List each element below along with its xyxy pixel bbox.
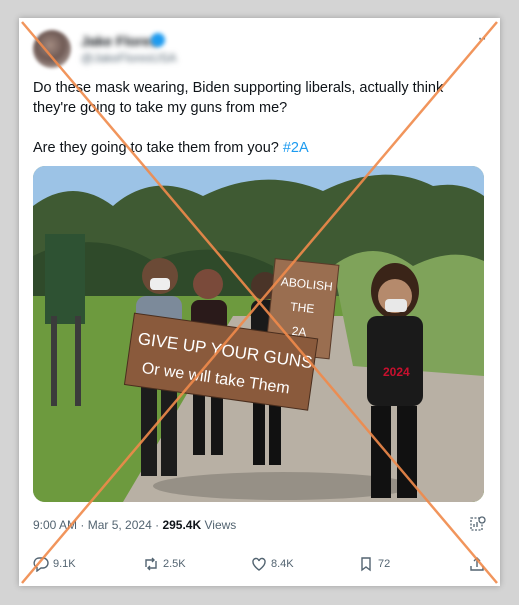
- tweet-photo[interactable]: 2024 ABOLISH THE 2A GIVE UP YOUR GUNS Or…: [33, 166, 484, 502]
- share-icon: [470, 557, 484, 571]
- tweet-question: Are they going to take them from you?: [33, 140, 279, 156]
- tweet-time[interactable]: 9:00 AM: [33, 518, 77, 532]
- meta-separator-2: ·: [155, 518, 160, 532]
- tweet-meta: 9:00 AM · Mar 5, 2024 · 295.4K Views: [33, 518, 236, 532]
- avatar[interactable]: [33, 30, 71, 68]
- photo-park-sign: [45, 234, 85, 324]
- shirt-text: 2024: [383, 365, 410, 379]
- bookmark-icon: [361, 557, 371, 572]
- action-bar: 9.1K 2.5K 8.4K 72: [33, 556, 486, 576]
- sign-abolish-line2: THE: [290, 300, 315, 316]
- like-count: 8.4K: [271, 558, 294, 570]
- share-button[interactable]: [469, 556, 485, 572]
- tweet-text: Do these mask wearing, Biden supporting …: [33, 78, 488, 178]
- bookmark-button[interactable]: 72: [358, 556, 390, 572]
- photo-illustration: 2024 ABOLISH THE 2A GIVE UP YOUR GUNS Or…: [33, 166, 484, 502]
- tweet-card: Jake Flores @JakeFloresUSA ·· Do these m…: [19, 18, 500, 586]
- heart-icon: [252, 557, 266, 571]
- verified-badge-icon: [151, 33, 165, 47]
- reply-count: 9.1K: [53, 558, 76, 570]
- reply-icon: [33, 557, 49, 572]
- author-name[interactable]: Jake Flores: [81, 33, 158, 49]
- reply-button[interactable]: 9.1K: [33, 556, 76, 572]
- repost-icon: [145, 557, 157, 571]
- more-options-icon[interactable]: ··: [477, 30, 487, 48]
- tweet-text-line1: Do these mask wearing, Biden supporting …: [33, 80, 444, 116]
- like-button[interactable]: 8.4K: [251, 556, 294, 572]
- tweet-header: Jake Flores @JakeFloresUSA ··: [33, 30, 487, 70]
- bookmark-count: 72: [378, 558, 391, 570]
- views-label: Views: [204, 518, 237, 532]
- hashtag-link[interactable]: #2A: [283, 140, 309, 156]
- repost-count: 2.5K: [163, 558, 186, 570]
- repost-button[interactable]: 2.5K: [143, 556, 186, 572]
- tweet-date[interactable]: Mar 5, 2024: [88, 518, 152, 532]
- author-handle[interactable]: @JakeFloresUSA: [81, 51, 177, 65]
- views-count: 295.4K: [162, 518, 202, 532]
- tweet-text-line2: Are they going to take them from you? #2…: [33, 138, 488, 158]
- analytics-icon[interactable]: [470, 516, 486, 532]
- meta-separator: ·: [80, 518, 85, 532]
